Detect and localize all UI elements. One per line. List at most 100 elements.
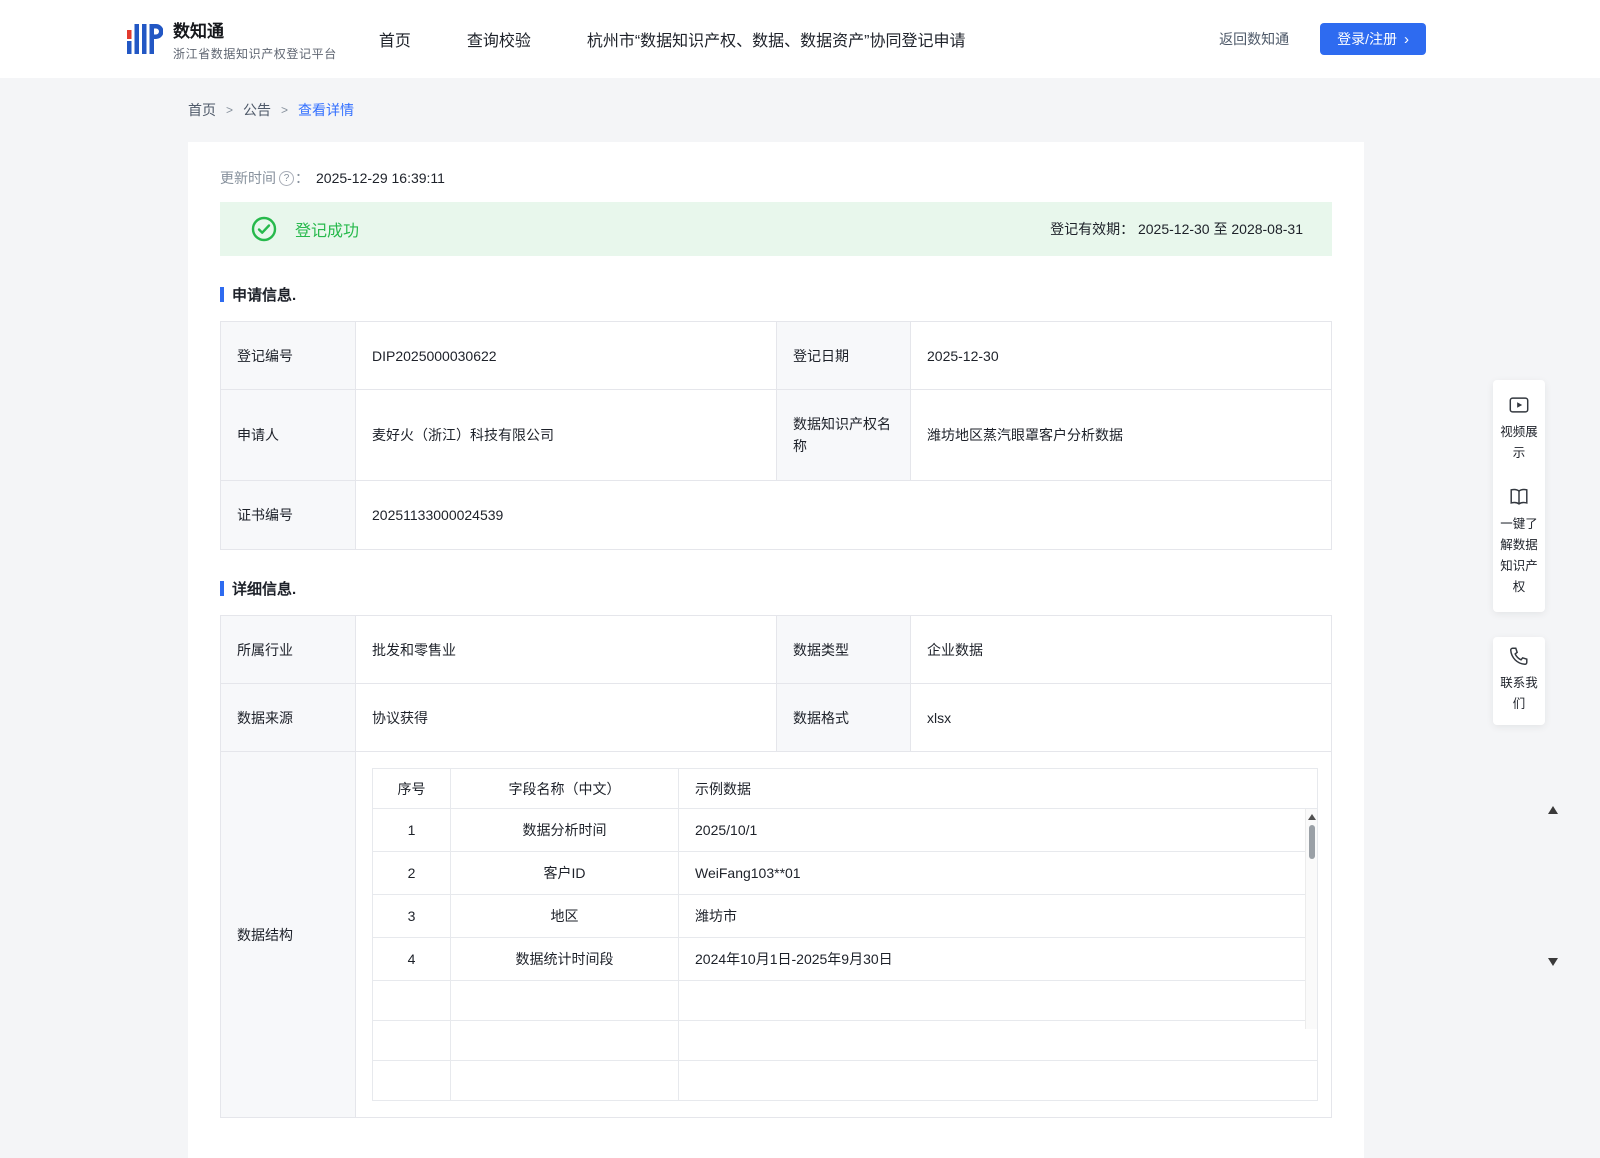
logo-subtitle: 浙江省数据知识产权登记平台: [173, 46, 337, 61]
nav-home[interactable]: 首页: [379, 27, 411, 51]
structure-row: 1 数据分析时间 2025/10/1: [372, 808, 1318, 852]
row-index: 2: [372, 851, 451, 895]
data-structure-cell: 序号 字段名称（中文） 示例数据 1 数据分析时间 2025/10/1 2 客户…: [355, 751, 1332, 1118]
table-row: 所属行业 批发和零售业 数据类型 企业数据: [220, 615, 1332, 684]
detail-info-section-title: 详细信息.: [220, 578, 1332, 599]
scroll-up-icon[interactable]: [1307, 814, 1316, 820]
section-title-text: 申请信息.: [232, 287, 297, 304]
video-display-item[interactable]: 视频展示: [1496, 394, 1542, 464]
contact-us-label: 联系我们: [1500, 676, 1538, 711]
structure-row: 2 客户ID WeiFang103**01: [372, 851, 1318, 895]
sample-data: 2025/10/1: [678, 808, 1318, 852]
phone-icon: [1510, 647, 1528, 665]
field-value: 批发和零售业: [355, 615, 777, 684]
field-value: 20251133000024539: [355, 480, 1332, 550]
login-register-button[interactable]: 登录/注册 ›: [1320, 23, 1426, 55]
structure-row-clipped: [372, 1020, 1318, 1061]
detail-card: 更新时间 ? ： 2025-12-29 16:39:11 登记成功 登记有效期：…: [188, 142, 1364, 1158]
logo-icon: [127, 24, 163, 54]
one-click-guide-label: 一键了解数据知识产权: [1500, 517, 1538, 594]
page-scroll-down-icon[interactable]: [1548, 958, 1558, 966]
sample-data: WeiFang103**01: [678, 851, 1318, 895]
data-structure-table: 序号 字段名称（中文） 示例数据 1 数据分析时间 2025/10/1 2 客户…: [372, 768, 1318, 1101]
floating-side-panel: 视频展示 一键了解数据知识产权 联系我们: [1493, 380, 1545, 725]
structure-row-clipped: [372, 980, 1318, 1021]
data-structure-row: 数据结构 序号 字段名称（中文） 示例数据 1 数据分析时间 2025/10/1…: [220, 751, 1332, 1118]
table-row: 证书编号 20251133000024539: [220, 480, 1332, 550]
section-title-bar: [220, 287, 224, 302]
field-label: 证书编号: [220, 480, 356, 550]
table-row: 申请人 麦好火（浙江）科技有限公司 数据知识产权名称 潍坊地区蒸汽眼罩客户分析数…: [220, 389, 1332, 481]
one-click-guide-item[interactable]: 一键了解数据知识产权: [1496, 486, 1542, 598]
apply-info-section-title: 申请信息.: [220, 284, 1332, 305]
side-box-contact: 联系我们: [1493, 637, 1545, 725]
breadcrumb-separator: >: [281, 103, 289, 117]
logo[interactable]: 数知通 浙江省数据知识产权登记平台: [127, 17, 337, 62]
registration-status-banner: 登记成功 登记有效期： 2025-12-30 至 2028-08-31: [220, 202, 1332, 256]
column-header: 字段名称（中文）: [450, 768, 679, 809]
logo-title: 数知通: [173, 21, 224, 41]
row-index: 1: [372, 808, 451, 852]
field-label: 数据知识产权名称: [776, 389, 911, 481]
structure-row: 3 地区 潍坊市: [372, 894, 1318, 938]
main-nav: 首页 查询校验 杭州市“数据知识产权、数据、数据资产”协同登记申请: [379, 27, 966, 51]
section-title-text: 详细信息.: [232, 581, 297, 598]
field-label: 申请人: [220, 389, 356, 481]
field-label: 数据结构: [220, 751, 356, 1118]
video-icon: [1509, 397, 1529, 413]
breadcrumb-current: 查看详情: [298, 102, 355, 118]
column-header: 序号: [372, 768, 451, 809]
sample-data: 2024年10月1日-2025年9月30日: [678, 937, 1318, 981]
breadcrumb-separator: >: [226, 103, 234, 117]
book-icon: [1510, 488, 1528, 505]
detail-info-table: 所属行业 批发和零售业 数据类型 企业数据 数据来源 协议获得 数据格式 xls…: [220, 615, 1332, 1118]
breadcrumb-home[interactable]: 首页: [188, 100, 216, 120]
success-check-icon: [251, 216, 277, 242]
structure-row: 4 数据统计时间段 2024年10月1日-2025年9月30日: [372, 937, 1318, 981]
table-row: 登记编号 DIP2025000030622 登记日期 2025-12-30: [220, 321, 1332, 390]
field-name: 客户ID: [450, 851, 679, 895]
back-to-shuzhitong-link[interactable]: 返回数知通: [1219, 29, 1289, 49]
apply-info-table: 登记编号 DIP2025000030622 登记日期 2025-12-30 申请…: [220, 321, 1332, 550]
contact-us-item[interactable]: 联系我们: [1496, 645, 1542, 715]
page-scroll-up-icon[interactable]: [1548, 806, 1558, 814]
column-header: 示例数据: [678, 768, 1318, 809]
row-index: 4: [372, 937, 451, 981]
field-label: 数据来源: [220, 683, 356, 752]
update-time-colon: ：: [295, 170, 309, 186]
field-value: 2025-12-30: [910, 321, 1332, 390]
login-register-label: 登录/注册: [1337, 31, 1397, 47]
status-text: 登记成功: [295, 223, 360, 240]
update-time-row: 更新时间 ? ： 2025-12-29 16:39:11: [220, 168, 1332, 188]
side-box-main: 视频展示 一键了解数据知识产权: [1493, 380, 1545, 612]
breadcrumb: 首页 > 公告 > 查看详情: [188, 100, 1600, 120]
nav-query-verify[interactable]: 查询校验: [467, 27, 531, 51]
inner-table-scrollbar[interactable]: [1305, 809, 1317, 1029]
update-time-value: 2025-12-29 16:39:11: [316, 170, 445, 186]
nav-hangzhou-joint-registration[interactable]: 杭州市“数据知识产权、数据、数据资产”协同登记申请: [587, 27, 966, 51]
field-value: 企业数据: [910, 615, 1332, 684]
chevron-right-icon: ›: [1404, 30, 1409, 48]
field-name: 数据统计时间段: [450, 937, 679, 981]
scrollbar-thumb[interactable]: [1308, 825, 1315, 859]
top-header: 数知通 浙江省数据知识产权登记平台 首页 查询校验 杭州市“数据知识产权、数据、…: [0, 0, 1600, 78]
help-icon[interactable]: ?: [279, 170, 294, 186]
field-value: DIP2025000030622: [355, 321, 777, 390]
validity-value: 2025-12-30 至 2028-08-31: [1137, 221, 1303, 237]
field-value: 协议获得: [355, 683, 777, 752]
video-display-label: 视频展示: [1500, 425, 1538, 460]
data-structure-table-wrap: 序号 字段名称（中文） 示例数据 1 数据分析时间 2025/10/1 2 客户…: [372, 768, 1318, 1101]
structure-header-row: 序号 字段名称（中文） 示例数据: [372, 768, 1318, 809]
validity-period: 登记有效期： 2025-12-30 至 2028-08-31: [1050, 219, 1303, 239]
breadcrumb-announcement[interactable]: 公告: [243, 100, 271, 120]
field-label: 所属行业: [220, 615, 356, 684]
row-index: 3: [372, 894, 451, 938]
validity-label: 登记有效期：: [1050, 221, 1135, 237]
field-value: 潍坊地区蒸汽眼罩客户分析数据: [910, 389, 1332, 481]
field-name: 地区: [450, 894, 679, 938]
field-value: 麦好火（浙江）科技有限公司: [355, 389, 777, 481]
field-label: 登记编号: [220, 321, 356, 390]
table-row: 数据来源 协议获得 数据格式 xlsx: [220, 683, 1332, 752]
field-value: xlsx: [910, 683, 1332, 752]
sample-data: 潍坊市: [678, 894, 1318, 938]
